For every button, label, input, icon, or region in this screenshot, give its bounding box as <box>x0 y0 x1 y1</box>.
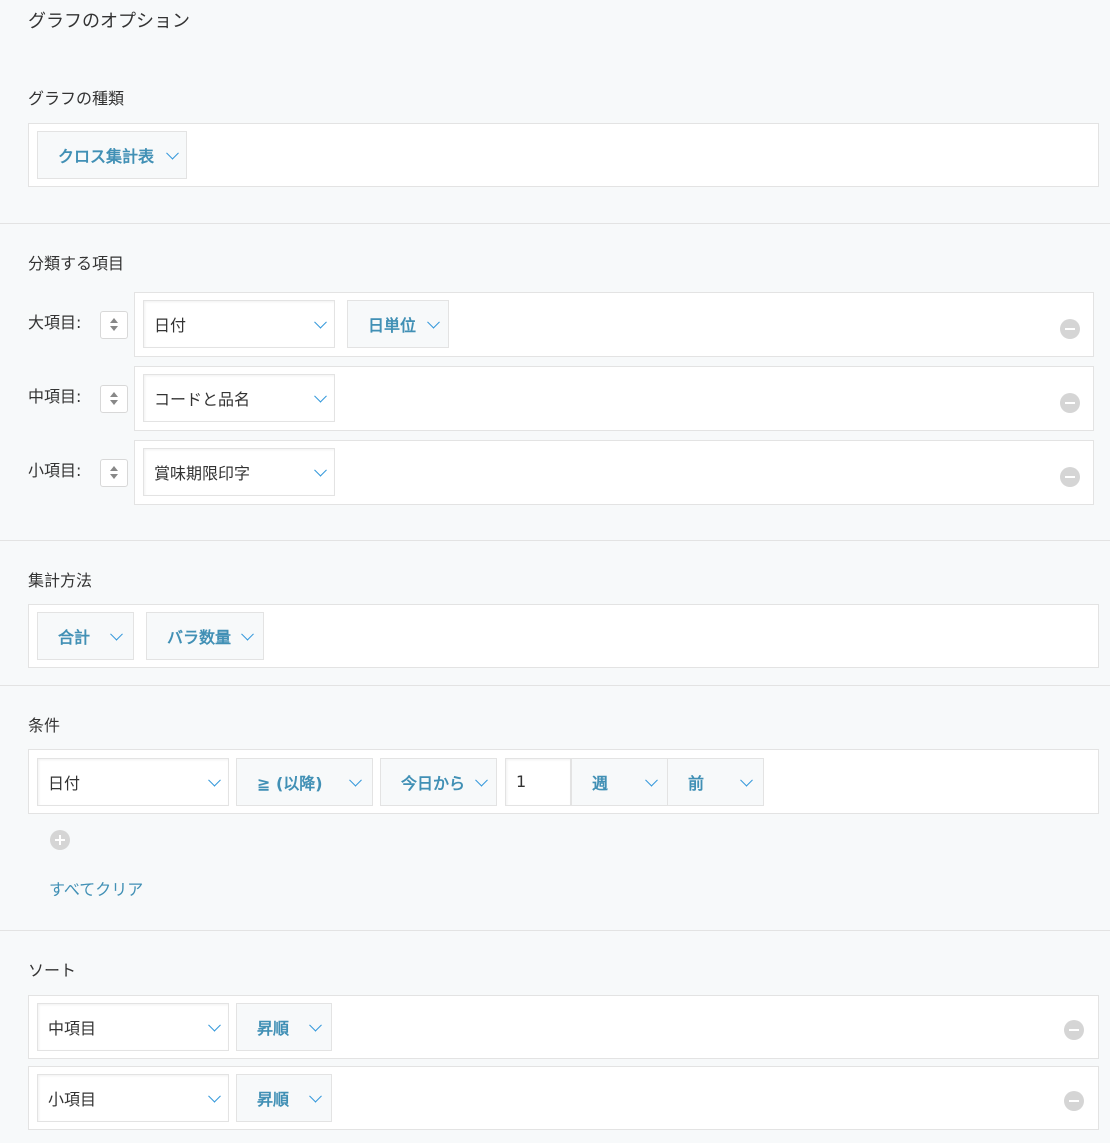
grouping-label-minor: 小項目: <box>28 461 82 480</box>
grouping-label-middle: 中項目: <box>28 387 82 406</box>
grouping-field-value: コードと品名 <box>154 390 251 409</box>
condition-direction-dropdown[interactable]: 前 <box>667 758 764 806</box>
chevron-down-icon <box>427 315 440 329</box>
sort-order-dropdown[interactable]: 昇順 <box>236 1003 332 1051</box>
minus-circle-icon[interactable] <box>1060 393 1080 413</box>
sort-field-dropdown[interactable]: 小項目 <box>37 1074 229 1122</box>
chevron-down-icon <box>110 627 123 641</box>
condition-field-dropdown[interactable]: 日付 <box>37 758 229 806</box>
chevron-down-icon <box>241 627 254 641</box>
clear-all-link[interactable]: すべてクリア <box>49 876 143 900</box>
chevron-down-icon <box>208 1089 221 1103</box>
conditions-heading: 条件 <box>28 716 61 735</box>
minus-circle-icon[interactable] <box>1060 467 1080 487</box>
grouping-unit-dropdown[interactable]: 日単位 <box>347 300 449 348</box>
condition-row: 日付 ≧ (以降) 今日から 1 週 前 <box>28 749 1099 814</box>
chevron-down-icon <box>208 1018 221 1032</box>
grouping-row-major: 日付 日単位 <box>134 292 1094 357</box>
minus-circle-icon[interactable] <box>1064 1091 1084 1111</box>
sort-field-value: 中項目 <box>48 1019 97 1038</box>
condition-operator-dropdown[interactable]: ≧ (以降) <box>236 758 373 806</box>
chevron-down-icon <box>208 773 221 787</box>
divider <box>0 685 1110 686</box>
chevron-down-icon <box>645 773 658 787</box>
divider <box>0 540 1110 541</box>
condition-operator-value: ≧ (以降) <box>257 774 323 793</box>
chevron-down-icon <box>475 773 488 787</box>
aggregation-field-value: バラ数量 <box>167 628 232 647</box>
chevron-down-icon <box>309 1089 322 1103</box>
condition-field-value: 日付 <box>48 774 81 793</box>
grouping-field-value: 日付 <box>154 316 187 335</box>
grouping-field-dropdown[interactable]: 賞味期限印字 <box>143 448 335 496</box>
sort-order-dropdown[interactable]: 昇順 <box>236 1074 332 1122</box>
chart-type-value: クロス集計表 <box>58 147 155 166</box>
grouping-row-middle: コードと品名 <box>134 366 1094 431</box>
reorder-stepper-icon[interactable] <box>100 385 128 413</box>
sort-row: 小項目 昇順 <box>28 1066 1099 1130</box>
chart-type-dropdown[interactable]: クロス集計表 <box>37 131 187 179</box>
reorder-stepper-icon[interactable] <box>100 459 128 487</box>
chevron-down-icon <box>349 773 362 787</box>
grouping-heading: 分類する項目 <box>28 254 125 273</box>
plus-circle-icon[interactable] <box>50 830 70 850</box>
chevron-down-icon <box>740 773 753 787</box>
aggregation-panel: 合計 バラ数量 <box>28 604 1099 668</box>
divider <box>0 930 1110 931</box>
minus-circle-icon[interactable] <box>1060 319 1080 339</box>
page-title: グラフのオプション <box>28 11 190 32</box>
condition-period-dropdown[interactable]: 週 <box>571 758 668 806</box>
sort-field-value: 小項目 <box>48 1090 97 1109</box>
condition-base-value: 今日から <box>401 774 466 793</box>
condition-amount-input[interactable]: 1 <box>505 758 571 806</box>
aggregation-function-value: 合計 <box>58 628 91 647</box>
aggregation-heading: 集計方法 <box>28 571 93 590</box>
condition-direction-value: 前 <box>688 774 705 793</box>
grouping-label-major: 大項目: <box>28 313 82 332</box>
minus-circle-icon[interactable] <box>1064 1020 1084 1040</box>
grouping-unit-value: 日単位 <box>368 316 417 335</box>
sort-heading: ソート <box>28 961 77 980</box>
condition-period-value: 週 <box>592 774 609 793</box>
aggregation-field-dropdown[interactable]: バラ数量 <box>146 612 264 660</box>
aggregation-function-dropdown[interactable]: 合計 <box>37 612 134 660</box>
sort-order-value: 昇順 <box>257 1090 290 1109</box>
chevron-down-icon <box>309 1018 322 1032</box>
grouping-field-value: 賞味期限印字 <box>154 464 251 483</box>
reorder-stepper-icon[interactable] <box>100 311 128 339</box>
grouping-field-dropdown[interactable]: コードと品名 <box>143 374 335 422</box>
grouping-field-dropdown[interactable]: 日付 <box>143 300 335 348</box>
condition-base-dropdown[interactable]: 今日から <box>380 758 497 806</box>
chart-type-heading: グラフの種類 <box>28 89 125 108</box>
chevron-down-icon <box>314 315 327 329</box>
sort-row: 中項目 昇順 <box>28 995 1099 1059</box>
divider <box>0 223 1110 224</box>
chevron-down-icon <box>314 463 327 477</box>
chevron-down-icon <box>314 389 327 403</box>
sort-order-value: 昇順 <box>257 1019 290 1038</box>
sort-field-dropdown[interactable]: 中項目 <box>37 1003 229 1051</box>
chart-type-panel: クロス集計表 <box>28 123 1099 187</box>
chevron-down-icon <box>166 146 179 160</box>
grouping-row-minor: 賞味期限印字 <box>134 440 1094 505</box>
